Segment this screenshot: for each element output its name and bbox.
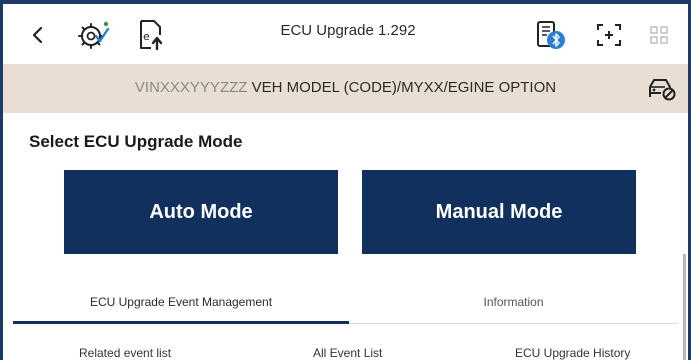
subtab-ecu-upgrade-history[interactable]: ECU Upgrade History bbox=[515, 346, 630, 360]
tab-information[interactable]: Information bbox=[349, 280, 678, 324]
app-window: e ECU Upgrade 1.292 VINXXXYYYZZZ VEH MOD… bbox=[0, 0, 691, 360]
vehicle-status-icon[interactable] bbox=[647, 77, 677, 101]
grid-menu-icon[interactable] bbox=[650, 26, 668, 44]
page-title: ECU Upgrade 1.292 bbox=[280, 22, 416, 39]
vehicle-model-info: VEH MODEL (CODE)/MYXX/EGINE OPTION bbox=[251, 79, 557, 96]
vci-settings-icon[interactable] bbox=[76, 20, 110, 50]
scrollbar[interactable] bbox=[683, 254, 686, 360]
section-title: Select ECU Upgrade Mode bbox=[29, 132, 243, 151]
tab-bar: ECU Upgrade Event Management Information bbox=[13, 280, 678, 324]
subtab-bar: Related event list All Event List ECU Up… bbox=[13, 324, 678, 360]
auto-mode-button[interactable]: Auto Mode bbox=[64, 170, 338, 254]
svg-text:e: e bbox=[143, 30, 150, 43]
subtab-all-event-list[interactable]: All Event List bbox=[313, 346, 382, 360]
subtab-related-event-list[interactable]: Related event list bbox=[79, 346, 171, 360]
vin-code: VINXXXYYYZZZ bbox=[134, 79, 248, 96]
bluetooth-device-icon[interactable] bbox=[534, 18, 568, 52]
ecu-upload-icon[interactable]: e bbox=[135, 19, 165, 51]
vehicle-info-text: VINXXXYYYZZZ VEH MODEL (CODE)/MYXX/EGINE… bbox=[3, 79, 688, 96]
vehicle-info-bar: VINXXXYYYZZZ VEH MODEL (CODE)/MYXX/EGINE… bbox=[3, 64, 688, 113]
top-toolbar: e ECU Upgrade 1.292 bbox=[3, 4, 688, 64]
tab-ecu-upgrade-event-management[interactable]: ECU Upgrade Event Management bbox=[13, 280, 349, 324]
back-arrow-icon[interactable] bbox=[31, 26, 45, 44]
manual-mode-button[interactable]: Manual Mode bbox=[362, 170, 636, 254]
screenshot-icon[interactable] bbox=[596, 23, 622, 47]
